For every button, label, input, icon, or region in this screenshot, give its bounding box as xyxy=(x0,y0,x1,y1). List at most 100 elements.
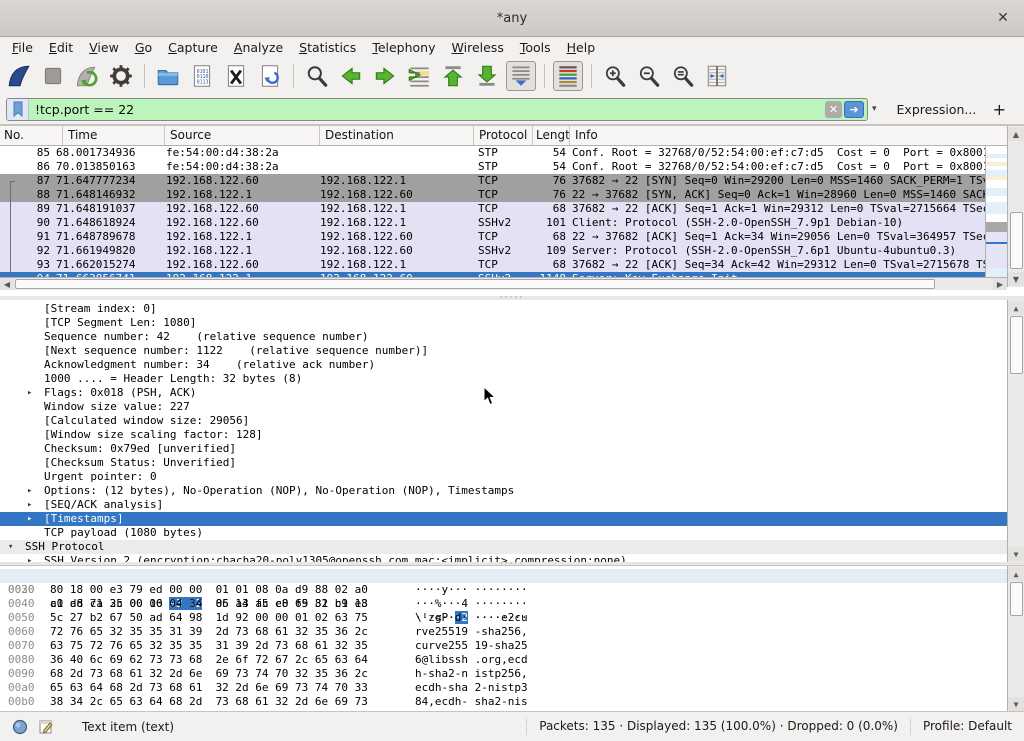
packet-row-87[interactable]: 8771.647777234192.168.122.60192.168.122.… xyxy=(0,174,985,188)
packet-row-89[interactable]: 8971.648191037192.168.122.60192.168.122.… xyxy=(0,202,985,216)
detail-line[interactable]: Sequence number: 42 (relative sequence n… xyxy=(0,330,1007,344)
stop-capture-button[interactable] xyxy=(38,61,68,91)
scroll-down-arrow[interactable]: ▼ xyxy=(1008,697,1024,711)
hex-row-0020[interactable]: 0020 c0 a8 7a 3c 00 16 93 32 85 a3 ac c0… xyxy=(0,569,1007,583)
find-packet-button[interactable] xyxy=(302,61,332,91)
go-first-button[interactable] xyxy=(438,61,468,91)
menu-file[interactable]: File xyxy=(4,38,41,57)
expander-icon[interactable]: ▸ xyxy=(27,498,32,512)
detail-line-ssh-protocol[interactable]: ▾SSH Protocol xyxy=(0,540,1007,554)
detail-line[interactable]: [Window size scaling factor: 128] xyxy=(0,428,1007,442)
column-header-no[interactable]: No. xyxy=(0,126,63,145)
close-file-button[interactable] xyxy=(221,61,251,91)
column-header-destination[interactable]: Destination xyxy=(320,126,474,145)
status-field-info[interactable]: Text item (text) xyxy=(54,720,174,734)
menu-go[interactable]: Go xyxy=(127,38,160,57)
hex-row-0080[interactable]: 008036 40 6c 69 62 73 73 68 2e 6f 72 67 … xyxy=(0,653,1007,667)
hex-row-0050[interactable]: 00505c 27 b2 67 50 ad 64 98 1d 92 00 00 … xyxy=(0,611,1007,625)
detail-line[interactable]: Urgent pointer: 0 xyxy=(0,470,1007,484)
add-filter-button[interactable]: + xyxy=(993,100,1018,119)
hex-row-0090[interactable]: 009068 2d 73 68 61 32 2d 6e 69 73 74 70 … xyxy=(0,667,1007,681)
packet-row-90[interactable]: 9071.648618924192.168.122.60192.168.122.… xyxy=(0,216,985,230)
go-back-button[interactable] xyxy=(336,61,366,91)
expander-icon[interactable]: ▸ xyxy=(27,554,32,562)
details-vscrollbar[interactable]: ▲ ▼ xyxy=(1007,300,1024,562)
hex-row-0030[interactable]: 003080 18 00 e3 79 ed 00 00 01 01 08 0a … xyxy=(0,583,1007,597)
reload-file-button[interactable] xyxy=(255,61,285,91)
detail-line[interactable]: [Checksum Status: Unverified] xyxy=(0,456,1007,470)
packet-row-92[interactable]: 9271.661949820192.168.122.1192.168.122.6… xyxy=(0,244,985,258)
detail-line[interactable]: [Stream index: 0] xyxy=(0,302,1007,316)
menu-edit[interactable]: Edit xyxy=(41,38,81,57)
detail-line[interactable]: Window size value: 227 xyxy=(0,400,1007,414)
filter-clear-button[interactable]: ✕ xyxy=(825,101,842,118)
menu-tools[interactable]: Tools xyxy=(512,38,559,57)
start-capture-button[interactable] xyxy=(4,61,34,91)
detail-line-seq-ack[interactable]: ▸[SEQ/ACK analysis] xyxy=(0,498,1007,512)
filter-value[interactable]: !tcp.port == 22 xyxy=(29,102,825,117)
packet-list-vscrollbar[interactable]: ▲ ▼ xyxy=(1007,126,1024,287)
scroll-down-arrow[interactable]: ▼ xyxy=(1008,272,1024,286)
packet-row-85[interactable]: 8568.001734936fe:54:00:d4:38:2aSTP54Conf… xyxy=(0,146,985,160)
detail-line[interactable]: Acknowledgment number: 34 (relative ack … xyxy=(0,358,1007,372)
colorize-button[interactable] xyxy=(553,61,583,91)
expander-icon[interactable]: ▸ xyxy=(27,484,32,498)
packet-row-93[interactable]: 9371.662015274192.168.122.60192.168.122.… xyxy=(0,258,985,272)
zoom-in-button[interactable] xyxy=(600,61,630,91)
scroll-up-arrow[interactable]: ▲ xyxy=(1008,301,1024,315)
expression-button[interactable]: Expression... xyxy=(881,102,991,117)
menu-analyze[interactable]: Analyze xyxy=(226,38,291,57)
status-profile[interactable]: Profile: Default xyxy=(910,718,1024,735)
scroll-up-arrow[interactable]: ▲ xyxy=(1008,127,1024,141)
menu-help[interactable]: Help xyxy=(559,38,604,57)
hex-row-0070[interactable]: 007063 75 72 76 65 32 35 35 31 39 2d 73 … xyxy=(0,639,1007,653)
hex-row-00a0[interactable]: 00a065 63 64 68 2d 73 68 61 32 2d 6e 69 … xyxy=(0,681,1007,695)
scroll-down-arrow[interactable]: ▼ xyxy=(1008,547,1024,561)
zoom-out-button[interactable] xyxy=(634,61,664,91)
packet-row-88[interactable]: 8871.648146932192.168.122.1192.168.122.6… xyxy=(0,188,985,202)
go-to-packet-button[interactable] xyxy=(404,61,434,91)
menu-capture[interactable]: Capture xyxy=(160,38,226,57)
filter-dropdown-caret[interactable]: ▾ xyxy=(868,104,881,114)
packet-row-86[interactable]: 8670.013850163fe:54:00:d4:38:2aSTP54Conf… xyxy=(0,160,985,174)
titlebar[interactable]: *any ✕ xyxy=(0,0,1024,37)
hex-row-0040[interactable]: 0040a1 dd c1 25 00 00 04 34 06 14 f5 e8 … xyxy=(0,597,1007,611)
filter-bookmark-button[interactable] xyxy=(7,99,29,120)
resize-columns-button[interactable] xyxy=(702,61,732,91)
packet-row-91[interactable]: 9171.648789678192.168.122.1192.168.122.6… xyxy=(0,230,985,244)
column-header-protocol[interactable]: Protocol xyxy=(474,126,533,145)
close-window-button[interactable]: ✕ xyxy=(994,9,1012,27)
open-file-button[interactable] xyxy=(153,61,183,91)
column-header-source[interactable]: Source xyxy=(165,126,320,145)
expander-icon[interactable]: ▾ xyxy=(8,540,13,554)
detail-line[interactable]: TCP payload (1080 bytes) xyxy=(0,526,1007,540)
scroll-left-arrow[interactable]: ◀ xyxy=(0,278,14,290)
scroll-up-arrow[interactable]: ▲ xyxy=(1008,567,1024,581)
detail-line[interactable]: [Calculated window size: 29056] xyxy=(0,414,1007,428)
menu-view[interactable]: View xyxy=(81,38,127,57)
detail-line-timestamps-selected[interactable]: ▸[Timestamps] xyxy=(0,512,1007,526)
zoom-original-button[interactable] xyxy=(668,61,698,91)
go-last-button[interactable] xyxy=(472,61,502,91)
detail-line[interactable]: Checksum: 0x79ed [unverified] xyxy=(0,442,1007,456)
scroll-thumb[interactable] xyxy=(1010,582,1023,616)
display-filter-input[interactable]: !tcp.port == 22 ✕ ➔ xyxy=(6,98,868,121)
menu-telephony[interactable]: Telephony xyxy=(364,38,443,57)
detail-line[interactable]: [Next sequence number: 1122 (relative se… xyxy=(0,344,1007,358)
expander-icon[interactable]: ▸ xyxy=(27,386,32,400)
expert-info-icon[interactable] xyxy=(12,719,28,735)
capture-comment-icon[interactable] xyxy=(38,719,54,735)
save-file-button[interactable]: 010101100113 xyxy=(187,61,217,91)
packet-list-hscrollbar[interactable]: ◀ ▶ xyxy=(0,277,1007,290)
column-header-info[interactable]: Info xyxy=(570,126,1007,145)
expander-icon[interactable]: ▸ xyxy=(27,512,32,526)
detail-line[interactable]: [TCP Segment Len: 1080] xyxy=(0,316,1007,330)
detail-line-flags[interactable]: ▸Flags: 0x018 (PSH, ACK) xyxy=(0,386,1007,400)
scroll-thumb[interactable] xyxy=(1010,212,1023,269)
restart-capture-button[interactable] xyxy=(72,61,102,91)
detail-line[interactable]: 1000 .... = Header Length: 32 bytes (8) xyxy=(0,372,1007,386)
intelligent-scrollbar-minimap[interactable] xyxy=(985,146,1007,286)
filter-apply-button[interactable]: ➔ xyxy=(844,101,864,118)
capture-options-button[interactable] xyxy=(106,61,136,91)
go-forward-button[interactable] xyxy=(370,61,400,91)
